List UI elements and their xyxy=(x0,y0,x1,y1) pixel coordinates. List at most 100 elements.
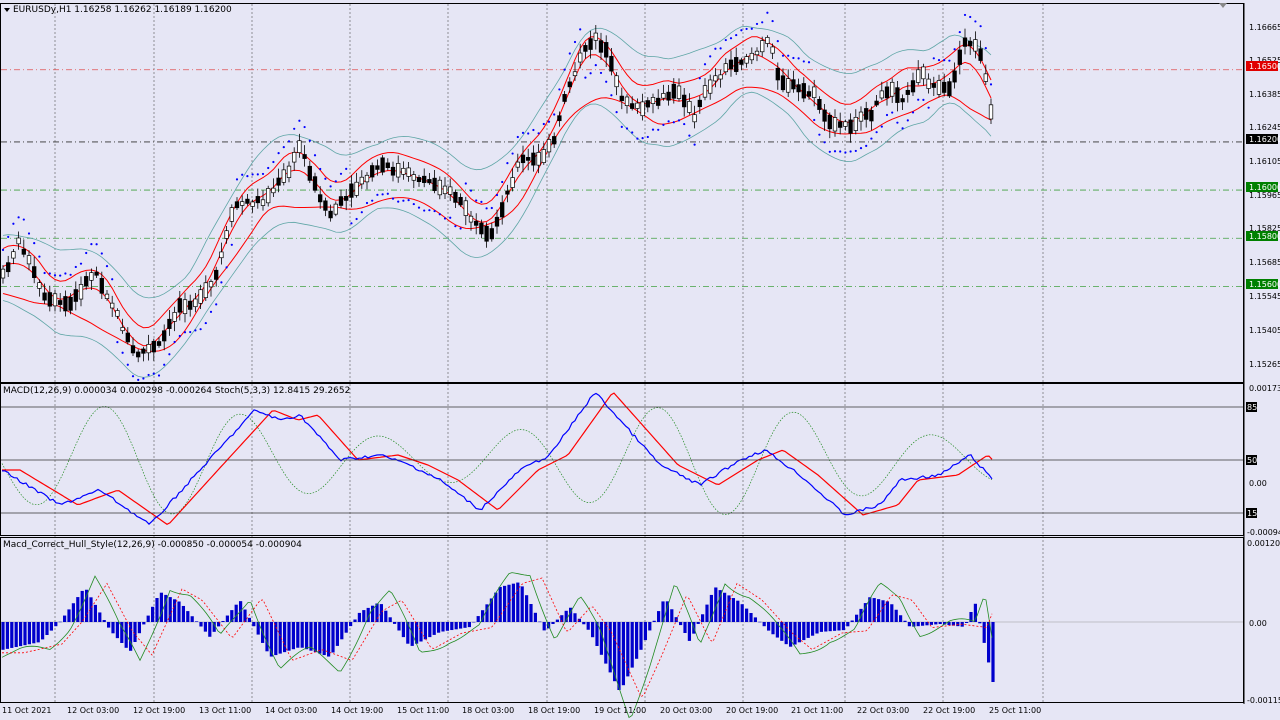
candle-body[interactable] xyxy=(676,85,682,99)
candle-body[interactable] xyxy=(333,203,338,215)
candle-body[interactable] xyxy=(0,268,6,279)
candle-body[interactable] xyxy=(822,109,827,122)
candle-body[interactable] xyxy=(515,161,520,168)
candle-body[interactable] xyxy=(380,157,385,173)
candle-body[interactable] xyxy=(198,289,203,304)
candle-body[interactable] xyxy=(240,201,245,206)
candle-body[interactable] xyxy=(921,66,926,80)
candle-body[interactable] xyxy=(671,83,676,99)
candle-body[interactable] xyxy=(115,310,120,317)
candle-body[interactable] xyxy=(84,276,89,287)
candle-body[interactable] xyxy=(203,282,208,298)
candle-body[interactable] xyxy=(931,83,936,88)
candle-body[interactable] xyxy=(474,220,479,226)
candle-body[interactable] xyxy=(775,67,780,81)
candle-body[interactable] xyxy=(619,95,624,102)
candle-body[interactable] xyxy=(666,91,671,101)
candle-body[interactable] xyxy=(734,57,739,72)
candle-body[interactable] xyxy=(323,200,328,211)
candle-body[interactable] xyxy=(988,104,994,120)
candle-body[interactable] xyxy=(250,201,255,207)
candle-body[interactable] xyxy=(853,116,858,131)
candle-body[interactable] xyxy=(713,75,718,82)
candle-body[interactable] xyxy=(910,80,916,93)
candle-body[interactable] xyxy=(765,37,770,44)
candle-body[interactable] xyxy=(136,351,141,358)
candle-body[interactable] xyxy=(744,56,749,64)
candle-body[interactable] xyxy=(37,282,42,289)
candle-body[interactable] xyxy=(162,330,167,342)
candle-body[interactable] xyxy=(510,177,515,188)
candle-body[interactable] xyxy=(760,40,765,53)
candle-body[interactable] xyxy=(947,81,952,97)
candle-body[interactable] xyxy=(786,78,791,93)
candle-body[interactable] xyxy=(827,114,832,130)
candle-body[interactable] xyxy=(292,152,297,163)
candle-body[interactable] xyxy=(661,93,666,99)
candle-body[interactable] xyxy=(437,179,442,196)
candle-body[interactable] xyxy=(68,296,73,311)
candle-body[interactable] xyxy=(99,278,104,294)
candle-body[interactable] xyxy=(47,292,52,307)
candle-body[interactable] xyxy=(177,298,182,313)
candle-body[interactable] xyxy=(723,63,728,73)
candle-body[interactable] xyxy=(630,103,635,109)
candle-body[interactable] xyxy=(796,84,801,93)
candle-body[interactable] xyxy=(682,94,687,108)
candle-body[interactable] xyxy=(702,85,708,98)
candle-body[interactable] xyxy=(728,59,734,70)
candle-body[interactable] xyxy=(167,318,172,329)
candle-body[interactable] xyxy=(422,175,427,183)
candle-body[interactable] xyxy=(110,302,115,309)
candle-body[interactable] xyxy=(942,81,947,93)
candle-body[interactable] xyxy=(588,38,593,50)
candle-body[interactable] xyxy=(214,269,219,280)
candle-body[interactable] xyxy=(604,42,609,58)
candle-body[interactable] xyxy=(635,102,640,109)
candle-body[interactable] xyxy=(286,165,292,178)
candle-body[interactable] xyxy=(188,300,193,310)
candle-body[interactable] xyxy=(255,196,260,204)
candle-body[interactable] xyxy=(640,101,645,117)
candle-body[interactable] xyxy=(489,228,494,240)
candle-body[interactable] xyxy=(385,162,390,169)
candle-body[interactable] xyxy=(890,81,895,97)
candle-body[interactable] xyxy=(749,52,754,61)
level-tag-1.16000[interactable]: 1.16000 xyxy=(1246,182,1280,192)
candle-body[interactable] xyxy=(312,176,318,191)
candle-body[interactable] xyxy=(120,327,125,332)
candle-body[interactable] xyxy=(349,183,354,198)
candle-body[interactable] xyxy=(125,332,130,343)
candle-body[interactable] xyxy=(307,165,312,181)
candle-body[interactable] xyxy=(453,191,458,203)
level-tag-1.15800[interactable]: 1.15800 xyxy=(1246,231,1280,241)
candle-body[interactable] xyxy=(973,39,978,52)
candle-body[interactable] xyxy=(104,293,110,299)
candle-body[interactable] xyxy=(442,185,448,195)
candle-body[interactable] xyxy=(276,177,281,186)
candle-body[interactable] xyxy=(63,296,68,312)
candle-body[interactable] xyxy=(879,90,884,99)
candle-body[interactable] xyxy=(645,100,650,108)
candle-body[interactable] xyxy=(650,97,656,104)
candle-body[interactable] xyxy=(801,83,806,99)
candle-body[interactable] xyxy=(557,115,562,122)
candle-body[interactable] xyxy=(770,46,775,54)
candle-body[interactable] xyxy=(936,80,942,95)
candle-body[interactable] xyxy=(302,154,307,159)
candle-body[interactable] xyxy=(541,149,546,163)
candle-body[interactable] xyxy=(520,154,526,164)
candle-body[interactable] xyxy=(968,40,973,47)
candle-body[interactable] xyxy=(609,55,614,72)
candle-body[interactable] xyxy=(219,251,224,259)
candle-body[interactable] xyxy=(151,340,156,353)
candle-body[interactable] xyxy=(567,81,572,88)
candle-body[interactable] xyxy=(500,202,505,218)
candle-body[interactable] xyxy=(806,91,812,97)
candle-body[interactable] xyxy=(687,100,692,113)
candle-body[interactable] xyxy=(463,200,468,216)
candle-body[interactable] xyxy=(416,177,422,183)
candle-body[interactable] xyxy=(448,186,453,195)
level-tag-1.15600[interactable]: 1.15600 xyxy=(1246,279,1280,289)
candle-body[interactable] xyxy=(614,75,619,88)
